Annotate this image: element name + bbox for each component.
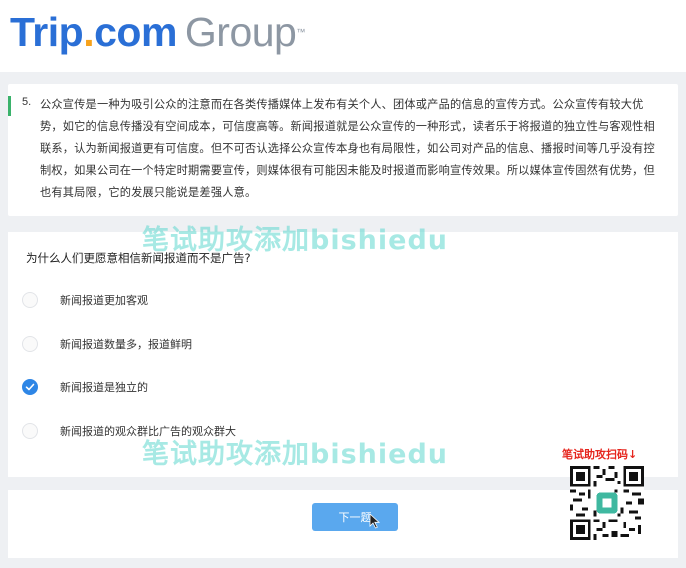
passage-card: 5. 公众宣传是一种为吸引公众的注意而在各类传播媒体上发布有关个人、团体或产品的… [8,84,678,216]
trip-com-group-logo: Trip.com Group™ [10,9,305,55]
radio-unchecked-icon[interactable] [22,292,38,308]
radio-unchecked-icon[interactable] [22,336,38,352]
option-c[interactable]: 新闻报道是独立的 [22,376,622,398]
option-a[interactable]: 新闻报道更加客观 [22,289,622,311]
question-number: 5. [22,96,32,108]
option-b[interactable]: 新闻报道数量多，报道鲜明 [22,333,622,355]
mouse-pointer-icon [369,513,381,529]
app-header: Trip.com Group™ [0,0,686,72]
watermark-text-top: 笔试助攻添加bishiedu [142,225,448,256]
option-label: 新闻报道更加客观 [60,294,148,307]
watermark-text-bottom: 笔试助攻添加bishiedu [142,439,448,470]
next-question-button[interactable]: 下一题 [312,503,398,531]
checkmark-radio-icon[interactable] [22,379,38,395]
option-label: 新闻报道数量多，报道鲜明 [60,338,192,351]
passage-accent-bar [8,96,11,116]
radio-unchecked-icon[interactable] [22,423,38,439]
qr-code-icon [570,466,644,540]
qr-caption: 笔试助攻扫码↓ [562,448,638,461]
option-label: 新闻报道是独立的 [60,381,148,394]
passage-text: 公众宣传是一种为吸引公众的注意而在各类传播媒体上发布有关个人、团体或产品的信息的… [40,98,655,199]
